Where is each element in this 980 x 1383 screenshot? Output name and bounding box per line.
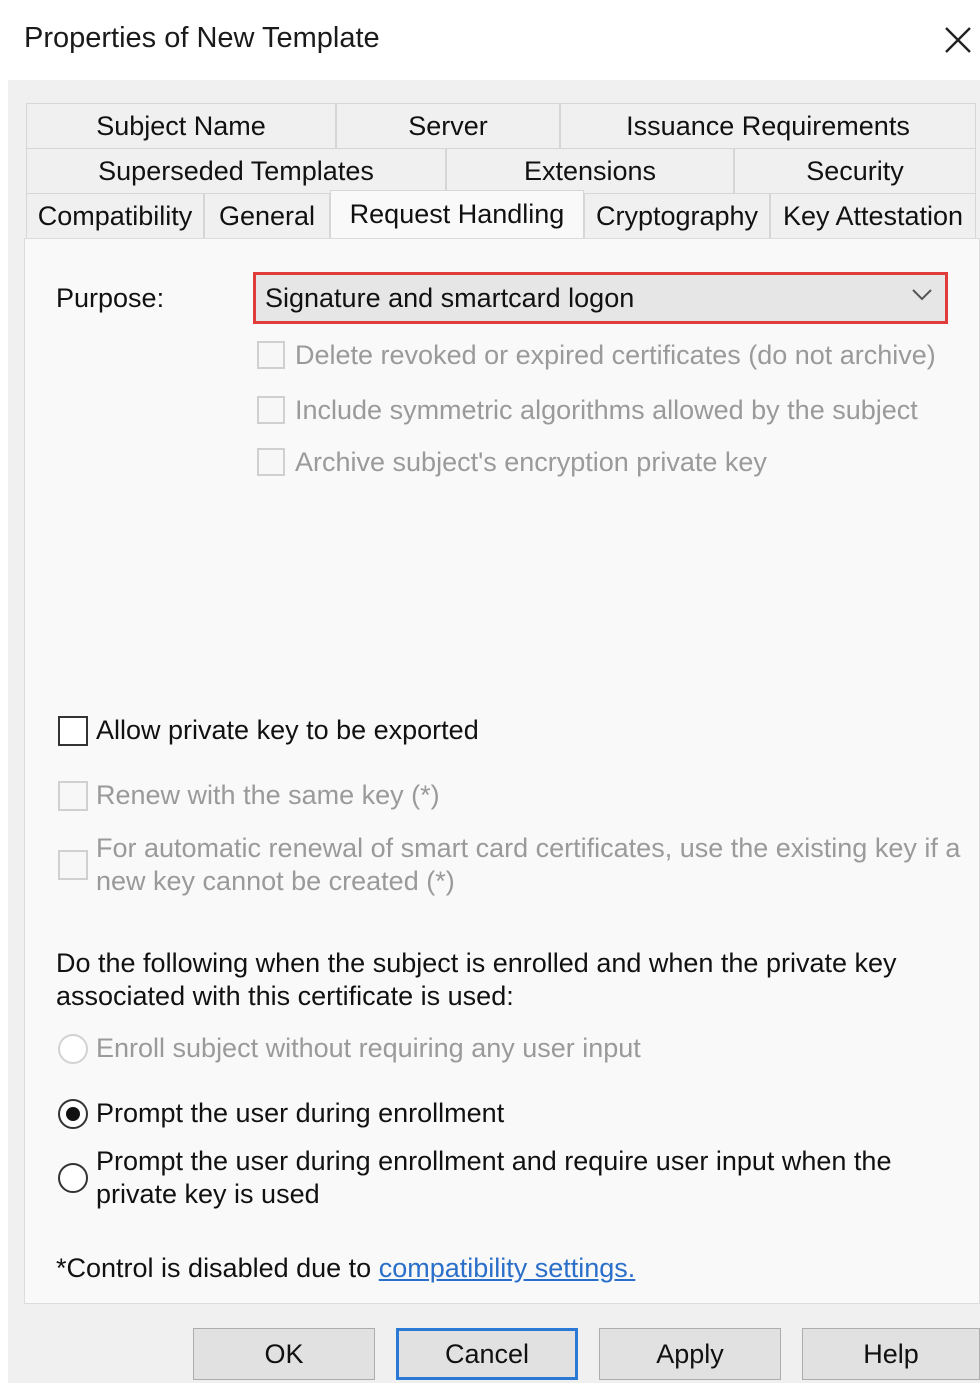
purpose-dropdown[interactable]: Signature and smartcard logon: [253, 272, 948, 324]
allow-export-checkbox[interactable]: [58, 716, 88, 746]
tab-compatibility[interactable]: Compatibility: [26, 193, 204, 239]
help-button[interactable]: Help: [802, 1328, 980, 1380]
tab-cryptography[interactable]: Cryptography: [584, 193, 770, 239]
archive-key-label: Archive subject's encryption private key: [295, 447, 767, 477]
tab-superseded-templates[interactable]: Superseded Templates: [26, 148, 446, 194]
prompt-user-require-input-line1: Prompt the user during enrollment and re…: [96, 1146, 892, 1176]
prompt-user-label: Prompt the user during enrollment: [96, 1098, 505, 1128]
radio-selected-dot: [66, 1107, 80, 1121]
tab-server[interactable]: Server: [336, 103, 560, 149]
tab-extensions[interactable]: Extensions: [446, 148, 734, 194]
compatibility-settings-link[interactable]: compatibility settings.: [379, 1253, 636, 1283]
enroll-question-line1: Do the following when the subject is enr…: [56, 948, 897, 978]
enroll-without-input-label: Enroll subject without requiring any use…: [96, 1033, 641, 1063]
tab-key-attestation[interactable]: Key Attestation: [770, 193, 976, 239]
window-title: Properties of New Template: [24, 22, 380, 54]
allow-export-label: Allow private key to be exported: [96, 715, 479, 745]
tab-subject-name[interactable]: Subject Name: [26, 103, 336, 149]
tab-general[interactable]: General: [204, 193, 330, 239]
delete-revoked-label: Delete revoked or expired certificates (…: [295, 340, 936, 370]
footnote-text: *Control is disabled due to: [56, 1253, 379, 1283]
cancel-button[interactable]: Cancel: [396, 1328, 578, 1380]
prompt-user-radio[interactable]: [58, 1099, 88, 1129]
renew-same-key-checkbox[interactable]: [58, 781, 88, 811]
chevron-down-icon: [912, 289, 932, 301]
ok-button[interactable]: OK: [193, 1328, 375, 1380]
title-bar: Properties of New Template: [0, 0, 980, 80]
prompt-user-require-input-radio[interactable]: [58, 1163, 88, 1193]
prompt-user-require-input-line2: private key is used: [96, 1179, 320, 1209]
compatibility-footnote: *Control is disabled due to compatibilit…: [56, 1253, 635, 1284]
close-button[interactable]: [938, 20, 978, 60]
auto-renewal-checkbox[interactable]: [58, 850, 88, 880]
enroll-without-input-radio[interactable]: [58, 1034, 88, 1064]
renew-same-key-label: Renew with the same key (*): [96, 780, 440, 810]
delete-revoked-checkbox[interactable]: [257, 341, 285, 369]
auto-renewal-label-line1: For automatic renewal of smart card cert…: [96, 833, 961, 863]
tab-request-handling[interactable]: Request Handling: [330, 190, 584, 238]
archive-key-checkbox[interactable]: [257, 448, 285, 476]
tab-issuance-requirements[interactable]: Issuance Requirements: [560, 103, 976, 149]
auto-renewal-label-line2: new key cannot be created (*): [96, 866, 455, 896]
include-symmetric-checkbox[interactable]: [257, 396, 285, 424]
purpose-label: Purpose:: [56, 283, 165, 313]
purpose-selected-value: Signature and smartcard logon: [265, 282, 635, 313]
close-icon: [945, 27, 971, 53]
tab-security[interactable]: Security: [734, 148, 976, 194]
apply-button[interactable]: Apply: [599, 1328, 781, 1380]
include-symmetric-label: Include symmetric algorithms allowed by …: [295, 395, 918, 425]
enroll-question-line2: associated with this certificate is used…: [56, 981, 514, 1011]
